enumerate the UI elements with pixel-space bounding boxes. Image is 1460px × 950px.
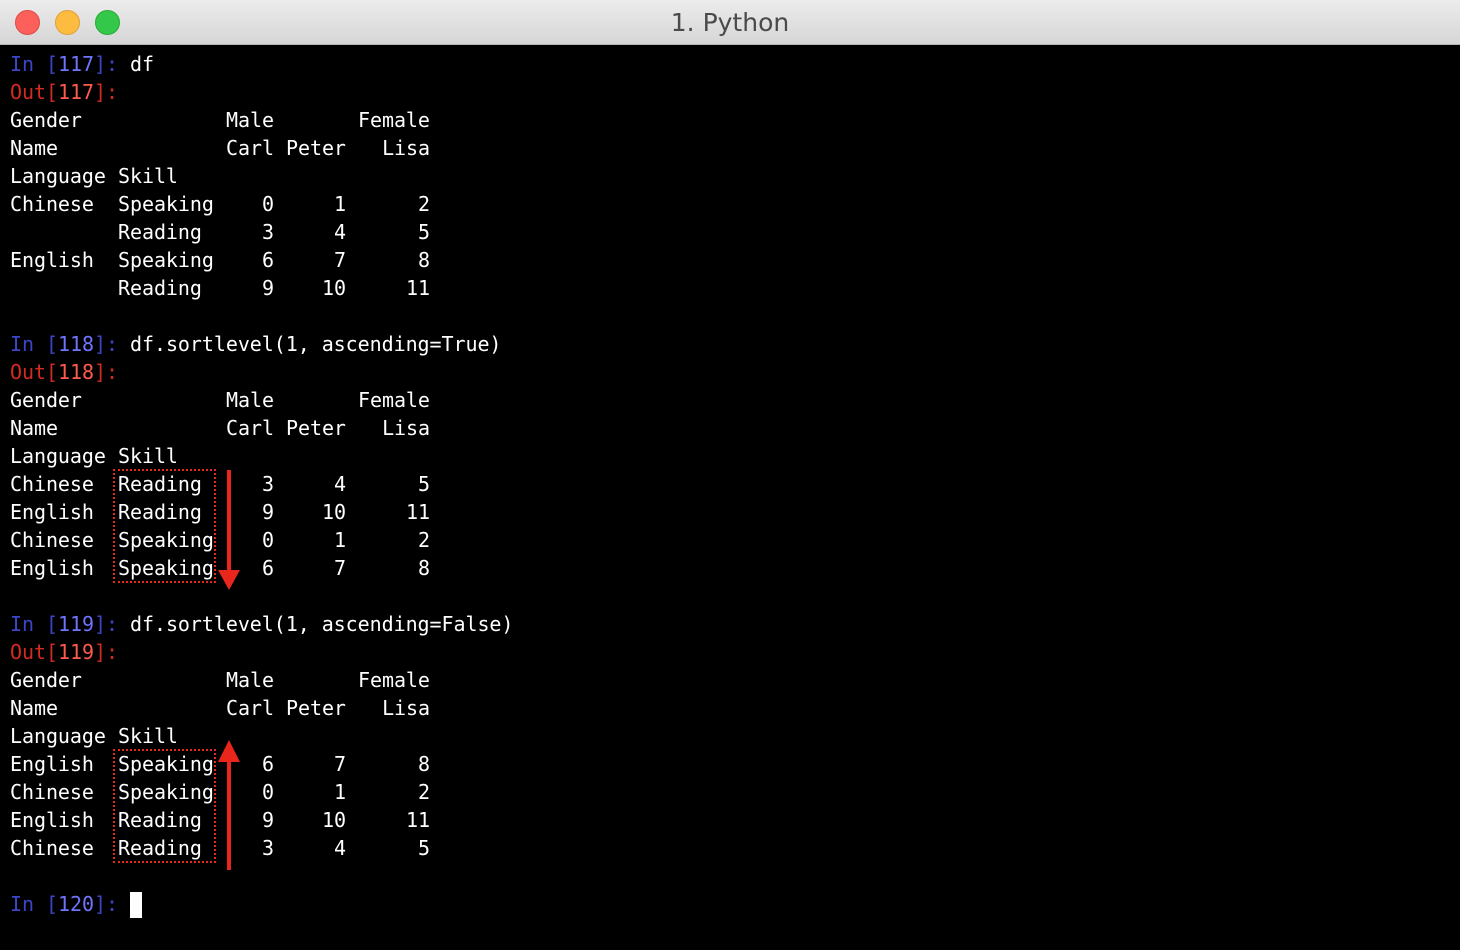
sort-descending-arrow-head <box>218 740 240 762</box>
terminal-window: 1. Python In[117]: df Out[117]: Gender Male F… <box>0 0 1460 950</box>
sort-ascending-arrow-head <box>218 570 240 590</box>
annotation-layer <box>218 470 240 870</box>
